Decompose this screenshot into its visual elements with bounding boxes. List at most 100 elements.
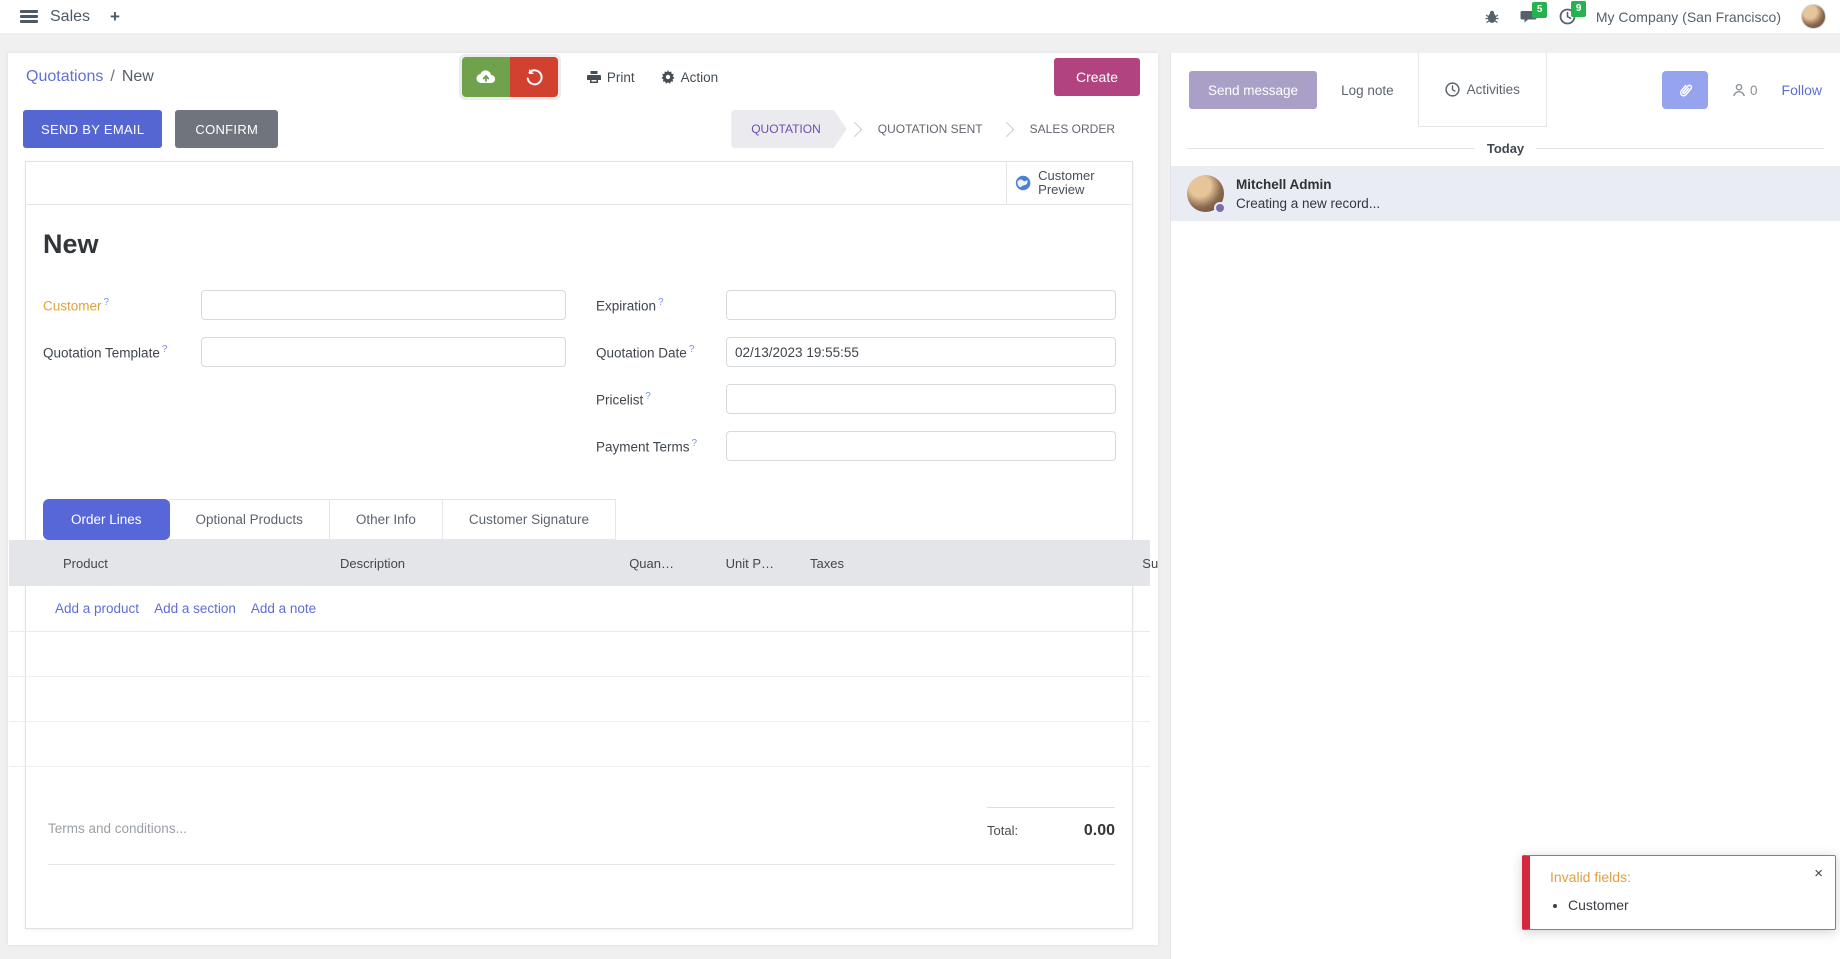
print-menu[interactable]: Print (587, 70, 635, 85)
payment-terms-input[interactable] (726, 431, 1116, 461)
cloud-upload-icon (475, 68, 497, 86)
help-icon: ? (692, 438, 698, 449)
confirm-button[interactable]: CONFIRM (175, 110, 278, 148)
follow-button[interactable]: Follow (1782, 82, 1822, 98)
col-quantity[interactable]: Quan… (570, 556, 674, 571)
terms-and-conditions-input[interactable]: Terms and conditions... (48, 807, 187, 840)
breadcrumb-current: New (122, 68, 154, 86)
statusbar: QUOTATION QUOTATION SENT SALES ORDER (731, 110, 1131, 148)
breadcrumb-quotations[interactable]: Quotations (26, 68, 103, 86)
totals-block: Total: 0.00 (987, 807, 1115, 840)
quotation-template-label: Quotation Template? (43, 344, 201, 361)
action-label: Action (681, 70, 719, 85)
debug-bug-icon[interactable] (1484, 9, 1500, 25)
clock-icon (1445, 82, 1460, 97)
order-lines-add-row: Add a product Add a section Add a note (9, 586, 1150, 632)
empty-row (9, 722, 1150, 767)
form-sheet: Customer Preview New Customer? Expiratio… (25, 161, 1133, 929)
attach-files-button[interactable] (1662, 71, 1708, 109)
expiration-label: Expiration? (566, 297, 726, 314)
pricelist-input[interactable] (726, 384, 1116, 414)
paperclip-icon (1673, 78, 1697, 102)
close-icon[interactable]: × (1814, 866, 1823, 881)
user-avatar[interactable] (1801, 4, 1826, 29)
print-label: Print (607, 70, 635, 85)
customer-input[interactable] (201, 290, 566, 320)
col-unit-price[interactable]: Unit P… (674, 556, 774, 571)
col-subtotal[interactable]: Subtotal (1070, 556, 1158, 571)
status-sales-order[interactable]: SALES ORDER (1014, 110, 1131, 148)
control-panel-bottom: SEND BY EMAIL CONFIRM QUOTATION QUOTATIO… (8, 107, 1158, 151)
empty-row (9, 677, 1150, 722)
activities-button[interactable]: Activities (1418, 53, 1547, 127)
quotation-template-input[interactable] (201, 337, 566, 367)
followers-counter[interactable]: 0 (1732, 83, 1758, 98)
quotation-date-input[interactable] (726, 337, 1116, 367)
messages-badge: 5 (1532, 2, 1548, 18)
add-a-note-link[interactable]: Add a note (251, 601, 316, 616)
customer-preview-label: Customer Preview (1038, 169, 1124, 196)
add-a-product-link[interactable]: Add a product (55, 601, 139, 616)
col-taxes[interactable]: Taxes (774, 556, 1070, 571)
tab-order-lines[interactable]: Order Lines (43, 499, 170, 540)
toast-title: Invalid fields: (1550, 869, 1821, 885)
invalid-field-item: Customer (1568, 897, 1821, 913)
action-menu[interactable]: Action (661, 70, 719, 85)
status-quotation[interactable]: QUOTATION (731, 110, 847, 148)
create-button[interactable]: Create (1054, 58, 1140, 96)
expiration-input[interactable] (726, 290, 1116, 320)
total-label: Total: (987, 823, 1018, 838)
log-note-button[interactable]: Log note (1317, 71, 1418, 109)
discard-changes-button[interactable] (510, 57, 558, 97)
messages-icon[interactable]: 5 (1520, 9, 1539, 25)
customer-preview-button[interactable]: Customer Preview (1006, 162, 1132, 204)
notebook-tabs: Order Lines Optional Products Other Info… (43, 499, 1132, 540)
app-menu-sales[interactable]: Sales (50, 8, 90, 26)
help-icon: ? (689, 344, 695, 355)
chevron-right-icon (998, 121, 1014, 137)
save-record-button[interactable] (462, 57, 510, 97)
order-lines-header: Product Description Quan… Unit P… Taxes … (9, 540, 1150, 586)
message-author[interactable]: Mitchell Admin (1236, 175, 1380, 192)
presence-indicator (1214, 202, 1226, 214)
payment-terms-label: Payment Terms? (566, 438, 726, 455)
activities-badge: 9 (1571, 1, 1587, 17)
chatter-panel: Send message Log note Activities 0 Follo… (1170, 53, 1840, 959)
help-icon: ? (162, 344, 168, 355)
sheet-header-strip: Customer Preview (26, 162, 1132, 205)
total-value: 0.00 (1084, 822, 1115, 840)
customer-label: Customer? (43, 297, 201, 314)
gear-icon (661, 70, 675, 84)
help-icon: ? (104, 297, 110, 308)
company-switcher[interactable]: My Company (San Francisco) (1596, 9, 1781, 25)
send-message-button[interactable]: Send message (1189, 71, 1317, 109)
message-text: Creating a new record... (1236, 196, 1380, 211)
control-panel-top: Quotations / New Print Action Creat (8, 53, 1158, 101)
followers-count: 0 (1750, 83, 1758, 98)
breadcrumb: Quotations / New (26, 68, 154, 86)
col-description[interactable]: Description (340, 556, 570, 571)
globe-icon (1015, 173, 1031, 193)
invalid-fields-toast: Invalid fields: × Customer (1522, 855, 1836, 930)
chatter-toolbar: Send message Log note Activities 0 Follo… (1171, 53, 1840, 127)
empty-row (9, 632, 1150, 677)
today-divider: Today (1187, 141, 1824, 156)
main-panel: Quotations / New Print Action Creat (8, 53, 1158, 945)
record-title[interactable]: New (43, 229, 1132, 260)
chevron-right-icon (846, 121, 862, 137)
help-icon: ? (645, 391, 651, 402)
send-by-email-button[interactable]: SEND BY EMAIL (23, 110, 162, 148)
col-product[interactable]: Product (63, 556, 340, 571)
tab-other-info[interactable]: Other Info (329, 499, 443, 540)
tab-customer-signature[interactable]: Customer Signature (442, 499, 616, 540)
person-icon (1732, 83, 1746, 97)
activities-label: Activities (1467, 82, 1520, 97)
new-tab-button[interactable]: + (110, 7, 120, 27)
activities-clock-icon[interactable]: 9 (1559, 8, 1576, 25)
status-quotation-sent[interactable]: QUOTATION SENT (862, 110, 999, 148)
tab-optional-products[interactable]: Optional Products (169, 499, 330, 540)
menu-toggle-icon[interactable] (20, 10, 38, 23)
help-icon: ? (658, 297, 664, 308)
add-a-section-link[interactable]: Add a section (154, 601, 236, 616)
save-indicator (459, 54, 561, 100)
